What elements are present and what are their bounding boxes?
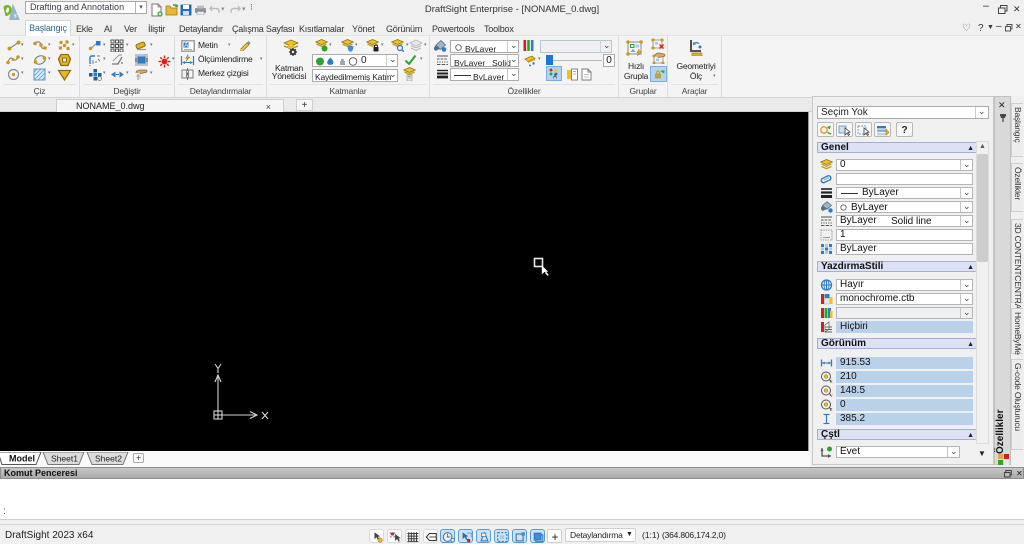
svg-text:s: s xyxy=(13,12,17,20)
svg-text:A: A xyxy=(553,75,557,80)
svg-text:Sheet2: Sheet2 xyxy=(95,454,122,464)
svg-text:Model: Model xyxy=(9,454,35,464)
svg-text:A: A xyxy=(184,43,188,49)
svg-text:x: x xyxy=(830,379,833,383)
svg-text:Sheet1: Sheet1 xyxy=(51,454,78,464)
svg-text:y: y xyxy=(830,393,833,397)
svg-text:z: z xyxy=(830,407,833,411)
